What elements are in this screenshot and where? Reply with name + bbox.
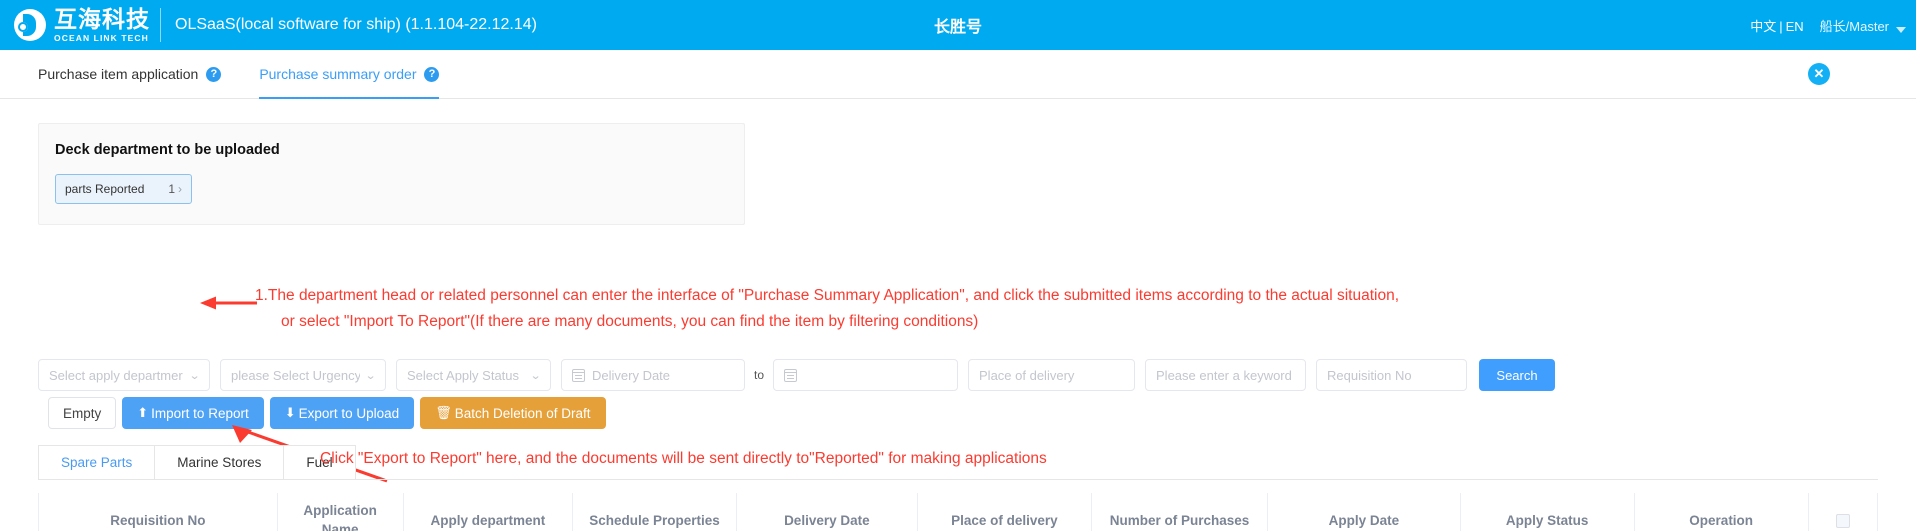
filter-toolbar: Select apply departmer ⌄ please Select U… bbox=[38, 359, 1556, 391]
chevron-right-icon: › bbox=[178, 182, 182, 196]
trash-icon: 🗑 bbox=[435, 405, 452, 420]
button-label: Import to Report bbox=[151, 405, 249, 421]
parts-reported-count-wrap: 1 › bbox=[168, 182, 182, 196]
header-right-controls: 中文 | EN 船长/Master bbox=[1750, 0, 1906, 50]
header-divider bbox=[160, 8, 161, 42]
col-place-of-delivery[interactable]: Place of delivery bbox=[917, 493, 1092, 531]
download-icon: ⬇ bbox=[284, 405, 296, 420]
chevron-down-icon bbox=[1896, 26, 1906, 33]
chevron-down-icon: ⌄ bbox=[188, 369, 201, 382]
requisition-no-input[interactable]: Requisition No bbox=[1316, 359, 1468, 391]
parts-reported-chip[interactable]: parts Reported 1 › bbox=[55, 174, 192, 204]
subtab-label: Marine Stores bbox=[177, 455, 262, 470]
subtab-marine-stores[interactable]: Marine Stores bbox=[154, 445, 284, 479]
annotation-note-2: Click "Export to Report" here, and the d… bbox=[320, 450, 1047, 467]
search-button[interactable]: Search bbox=[1479, 359, 1556, 391]
col-schedule-properties[interactable]: Schedule Properties bbox=[572, 493, 737, 531]
deck-panel-title: Deck department to be uploaded bbox=[55, 142, 280, 158]
app-title: OLSaaS(local software for ship) (1.1.104… bbox=[175, 16, 537, 33]
calendar-icon bbox=[572, 368, 585, 382]
keyword-input[interactable]: Please enter a keyword bbox=[1145, 359, 1307, 391]
lang-en[interactable]: EN bbox=[1786, 19, 1804, 34]
col-apply-department[interactable]: Apply department bbox=[403, 493, 574, 531]
annotation-note-1-line2: or select "Import To Report"(If there ar… bbox=[281, 313, 979, 330]
batch-deletion-of-draft-button[interactable]: 🗑 Batch Deletion of Draft bbox=[420, 397, 606, 429]
col-apply-status[interactable]: Apply Status bbox=[1460, 493, 1635, 531]
placeholder-text: Please enter a keyword bbox=[1156, 367, 1292, 383]
tab-label: Purchase item application bbox=[38, 66, 199, 82]
button-label: Empty bbox=[63, 405, 102, 421]
ocean-link-logo-icon bbox=[14, 9, 46, 41]
user-menu[interactable]: 船长/Master bbox=[1820, 16, 1906, 35]
placeholder-text: Requisition No bbox=[1327, 367, 1412, 383]
annotation-arrow-1 bbox=[200, 296, 257, 310]
empty-button[interactable]: Empty bbox=[48, 397, 117, 429]
tab-label: Purchase summary order bbox=[259, 66, 417, 82]
brand-name-en: OCEAN LINK TECH bbox=[54, 32, 149, 43]
placeholder-text: Place of delivery bbox=[979, 367, 1075, 383]
chevron-down-icon: ⌄ bbox=[364, 369, 377, 382]
select-apply-status[interactable]: Select Apply Status ⌄ bbox=[396, 359, 551, 391]
language-switcher[interactable]: 中文 | EN bbox=[1750, 16, 1803, 35]
col-application-name[interactable]: Application Name bbox=[277, 493, 404, 531]
chevron-down-icon: ⌄ bbox=[529, 369, 542, 382]
page-body: Deck department to be uploaded parts Rep… bbox=[0, 123, 1916, 531]
place-of-delivery-input[interactable]: Place of delivery bbox=[968, 359, 1136, 391]
help-icon[interactable]: ? bbox=[206, 66, 222, 82]
select-urgency[interactable]: please Select Urgency ⌄ bbox=[220, 359, 386, 391]
col-delivery-date[interactable]: Delivery Date bbox=[736, 493, 918, 531]
purchase-summary-table: Requisition No Application Name Apply de… bbox=[38, 493, 1878, 531]
subtab-label: Spare Parts bbox=[61, 455, 133, 470]
col-select-all bbox=[1808, 493, 1877, 531]
parts-reported-count: 1 bbox=[168, 182, 175, 196]
button-label: Export to Upload bbox=[298, 405, 400, 421]
annotation-note-1: 1.The department head or related personn… bbox=[255, 283, 1399, 335]
lang-separator: | bbox=[1779, 18, 1783, 34]
placeholder-text: please Select Urgency bbox=[231, 367, 360, 383]
lang-cn[interactable]: 中文 bbox=[1750, 19, 1776, 34]
date-range-separator: to bbox=[754, 368, 765, 382]
select-apply-department[interactable]: Select apply departmer ⌄ bbox=[38, 359, 210, 391]
brand-name-cn: 互海科技 bbox=[54, 5, 150, 32]
placeholder-text: Select Apply Status bbox=[407, 367, 520, 383]
top-header-bar: 互海科技 OCEAN LINK TECH OLSaaS(local softwa… bbox=[0, 0, 1916, 50]
delivery-date-start-input[interactable]: Delivery Date bbox=[561, 359, 745, 391]
brand-logo: 互海科技 OCEAN LINK TECH bbox=[14, 5, 150, 43]
placeholder-text: Delivery Date bbox=[592, 367, 671, 383]
calendar-icon bbox=[784, 368, 798, 382]
annotation-note-1-line1: 1.The department head or related personn… bbox=[255, 287, 1400, 304]
col-apply-date[interactable]: Apply Date bbox=[1267, 493, 1461, 531]
col-operation[interactable]: Operation bbox=[1634, 493, 1809, 531]
page-tab-strip: Purchase item application ? Purchase sum… bbox=[0, 50, 1916, 99]
select-all-checkbox[interactable] bbox=[1835, 514, 1850, 529]
category-tab-group: Spare Parts Marine Stores Fuel bbox=[38, 445, 356, 479]
button-label: Batch Deletion of Draft bbox=[454, 405, 591, 421]
parts-reported-label: parts Reported bbox=[65, 182, 145, 196]
tab-purchase-summary-order[interactable]: Purchase summary order ? bbox=[259, 50, 440, 99]
user-name-label: 船长/Master bbox=[1819, 18, 1889, 34]
tab-purchase-item-application[interactable]: Purchase item application ? bbox=[38, 50, 222, 99]
deck-department-panel: Deck department to be uploaded parts Rep… bbox=[38, 123, 745, 225]
col-number-of-purchases[interactable]: Number of Purchases bbox=[1091, 493, 1269, 531]
delivery-date-end-input[interactable] bbox=[773, 359, 959, 391]
help-icon[interactable]: ? bbox=[424, 66, 440, 82]
col-requisition-no[interactable]: Requisition No bbox=[39, 493, 278, 531]
table-header-row: Requisition No Application Name Apply de… bbox=[39, 493, 1877, 531]
table: Requisition No Application Name Apply de… bbox=[39, 493, 1877, 531]
subtab-underline bbox=[38, 479, 1878, 480]
upload-icon: ⬆ bbox=[137, 405, 149, 420]
close-icon[interactable]: ✕ bbox=[1808, 63, 1830, 85]
brand-text: 互海科技 OCEAN LINK TECH bbox=[54, 5, 150, 43]
placeholder-text: Select apply departmer bbox=[49, 367, 183, 383]
subtab-spare-parts[interactable]: Spare Parts bbox=[38, 445, 155, 479]
